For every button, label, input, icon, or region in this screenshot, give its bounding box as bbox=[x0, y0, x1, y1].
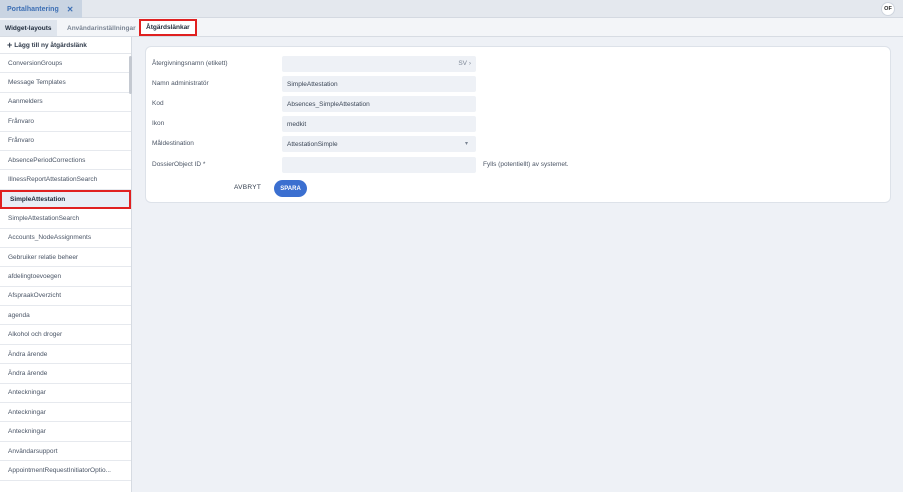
form-row-code: Kod Absences_SimpleAttestation bbox=[146, 96, 892, 112]
code-label: Kod bbox=[152, 100, 164, 107]
list-item[interactable]: Ändra ärende bbox=[0, 364, 131, 384]
admin-name-field[interactable]: SimpleAttestation bbox=[282, 76, 476, 92]
tab-anvandarinstallningar[interactable]: Användarinställningar bbox=[62, 20, 141, 36]
list-item[interactable]: SimpleAttestationSearch bbox=[0, 209, 131, 229]
list-item[interactable]: Anteckningar bbox=[0, 384, 131, 404]
form-row-admin-name: Namn administratör SimpleAttestation bbox=[146, 76, 892, 92]
add-action-link-label: Lägg till ny åtgärdslänk bbox=[14, 41, 87, 49]
icon-label: Ikon bbox=[152, 120, 165, 127]
plus-icon: + bbox=[7, 40, 13, 50]
list-item[interactable]: Ändra ärende bbox=[0, 345, 131, 365]
list-item[interactable]: Frånvaro bbox=[0, 132, 131, 151]
icon-field[interactable]: medkit bbox=[282, 116, 476, 132]
display-name-label: Återgivningsnamn (etikett) bbox=[152, 60, 228, 67]
chevron-down-icon: ▾ bbox=[464, 141, 468, 147]
list-item[interactable]: Frånvaro bbox=[0, 112, 131, 132]
tab-atgardslankar[interactable]: Åtgärdslänkar bbox=[139, 19, 197, 36]
destination-select[interactable]: AttestationSimple ▾ bbox=[282, 136, 476, 152]
list-item[interactable]: AfspraakOverzicht bbox=[0, 287, 131, 307]
form-row-dossier-id: DossierObject ID * Fylls (potentiellt) a… bbox=[146, 157, 892, 173]
top-bar: Portalhantering ✕ OF bbox=[0, 0, 903, 18]
code-field[interactable]: Absences_SimpleAttestation bbox=[282, 96, 476, 112]
sidebar-scrollbar[interactable] bbox=[129, 56, 132, 94]
list-item[interactable]: AppointmentRequestInitiatorOptio... bbox=[0, 461, 131, 481]
edit-form-panel: Återgivningsnamn (etikett) SV › Namn adm… bbox=[145, 46, 891, 203]
destination-value: AttestationSimple bbox=[287, 140, 338, 148]
admin-name-label: Namn administratör bbox=[152, 80, 209, 87]
list-item[interactable]: afdelingtoevoegen bbox=[0, 267, 131, 287]
avatar[interactable]: OF bbox=[881, 2, 895, 16]
list-item[interactable]: Anteckningar bbox=[0, 422, 131, 442]
list-item[interactable]: Användarsupport bbox=[0, 442, 131, 462]
list-item[interactable]: AbsencePeriodCorrections bbox=[0, 151, 131, 171]
sidebar: + Lägg till ny åtgärdslänk ConversionGro… bbox=[0, 37, 132, 492]
list-item[interactable]: ConversionGroups bbox=[0, 54, 131, 74]
app-tab-label: Portalhantering bbox=[7, 5, 59, 13]
language-selector[interactable]: SV › bbox=[458, 60, 471, 67]
add-action-link-button[interactable]: + Lägg till ny åtgärdslänk bbox=[0, 37, 131, 54]
list-item[interactable]: Accounts_NodeAssignments bbox=[0, 229, 131, 248]
display-name-field[interactable]: SV › bbox=[282, 56, 476, 72]
list-item[interactable]: Alkohol och droger bbox=[0, 325, 131, 345]
action-link-list: ConversionGroups Message Templates Aanme… bbox=[0, 54, 131, 481]
form-row-icon: Ikon medkit bbox=[146, 116, 892, 132]
list-item[interactable]: Aanmelders bbox=[0, 93, 131, 113]
app-tab-portalhantering[interactable]: Portalhantering ✕ bbox=[0, 0, 82, 18]
form-row-display-name: Återgivningsnamn (etikett) SV › bbox=[146, 56, 892, 72]
tab-widget-layouts[interactable]: Widget-layouts bbox=[0, 20, 57, 36]
list-item[interactable]: Anteckningar bbox=[0, 403, 131, 423]
list-item[interactable]: Message Templates bbox=[0, 73, 131, 93]
form-row-destination: Måldestination AttestationSimple ▾ bbox=[146, 136, 892, 152]
cancel-button[interactable]: AVBRYT bbox=[234, 184, 261, 191]
dossier-id-field[interactable] bbox=[282, 157, 476, 173]
close-icon[interactable]: ✕ bbox=[67, 5, 74, 14]
list-item[interactable]: IllnessReportAttestationSearch bbox=[0, 170, 131, 190]
list-item-selected[interactable]: SimpleAttestation bbox=[0, 189, 131, 210]
list-item[interactable]: Gebruiker relatie beheer bbox=[0, 248, 131, 268]
save-button[interactable]: SPARA bbox=[274, 180, 307, 197]
dossier-id-hint: Fylls (potentiellt) av systemet. bbox=[483, 161, 569, 168]
dossier-id-label: DossierObject ID * bbox=[152, 161, 206, 168]
form-actions: AVBRYT SPARA bbox=[146, 180, 892, 197]
list-item[interactable]: agenda bbox=[0, 306, 131, 326]
subtab-bar: Widget-layouts Användarinställningar Åtg… bbox=[0, 18, 903, 37]
destination-label: Måldestination bbox=[152, 140, 194, 147]
